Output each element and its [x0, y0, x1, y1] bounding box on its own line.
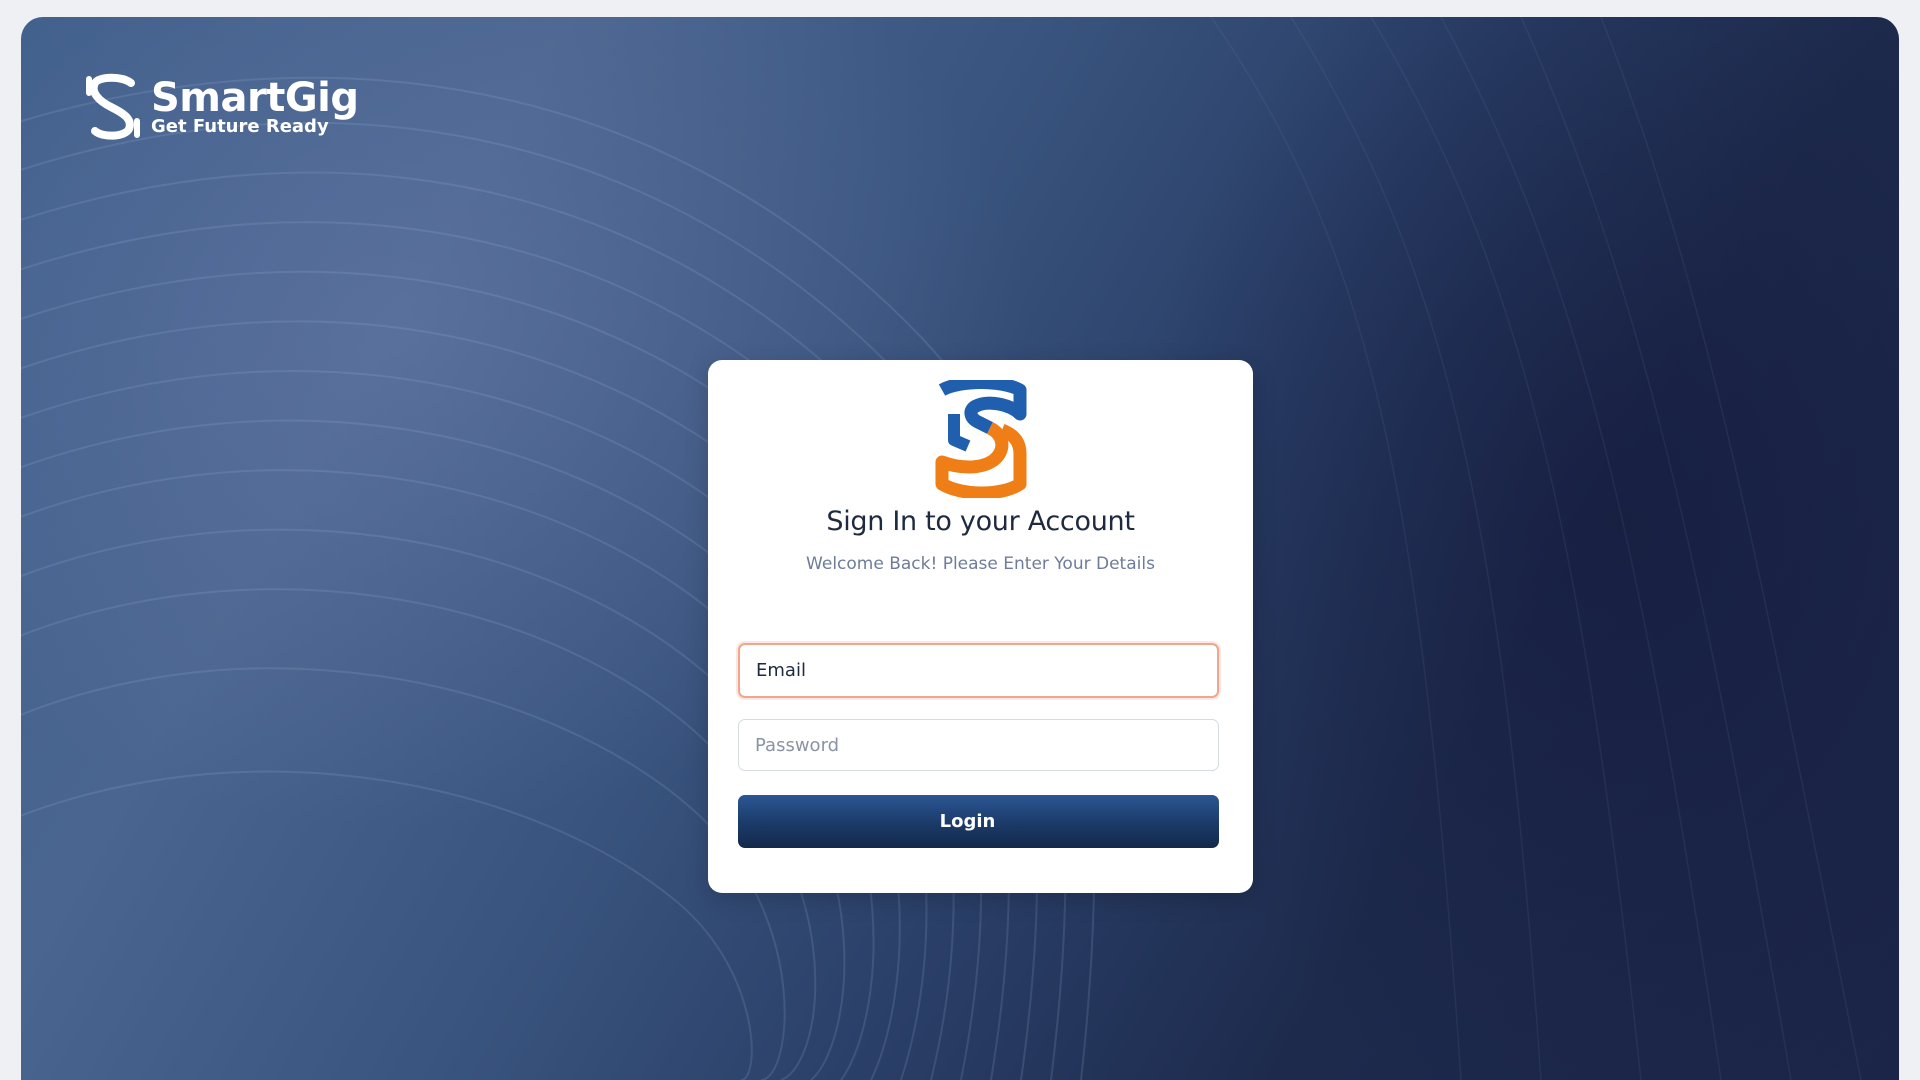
- smartgig-logo-icon: [86, 73, 140, 140]
- page-title: Sign In to your Account: [826, 506, 1135, 537]
- password-field[interactable]: [738, 719, 1219, 771]
- login-card: Sign In to your Account Welcome Back! Pl…: [708, 360, 1253, 893]
- background-frame: SmartGig Get Future Ready Sign In to you…: [21, 17, 1899, 1080]
- email-field[interactable]: [738, 643, 1219, 698]
- brand-tagline: Get Future Ready: [151, 116, 329, 137]
- smartgig-color-logo-icon: [935, 380, 1027, 498]
- page-subtitle: Welcome Back! Please Enter Your Details: [806, 554, 1155, 574]
- login-button[interactable]: Login: [738, 795, 1219, 848]
- brand-header: SmartGig Get Future Ready: [85, 73, 359, 141]
- brand-name: SmartGig: [151, 75, 359, 121]
